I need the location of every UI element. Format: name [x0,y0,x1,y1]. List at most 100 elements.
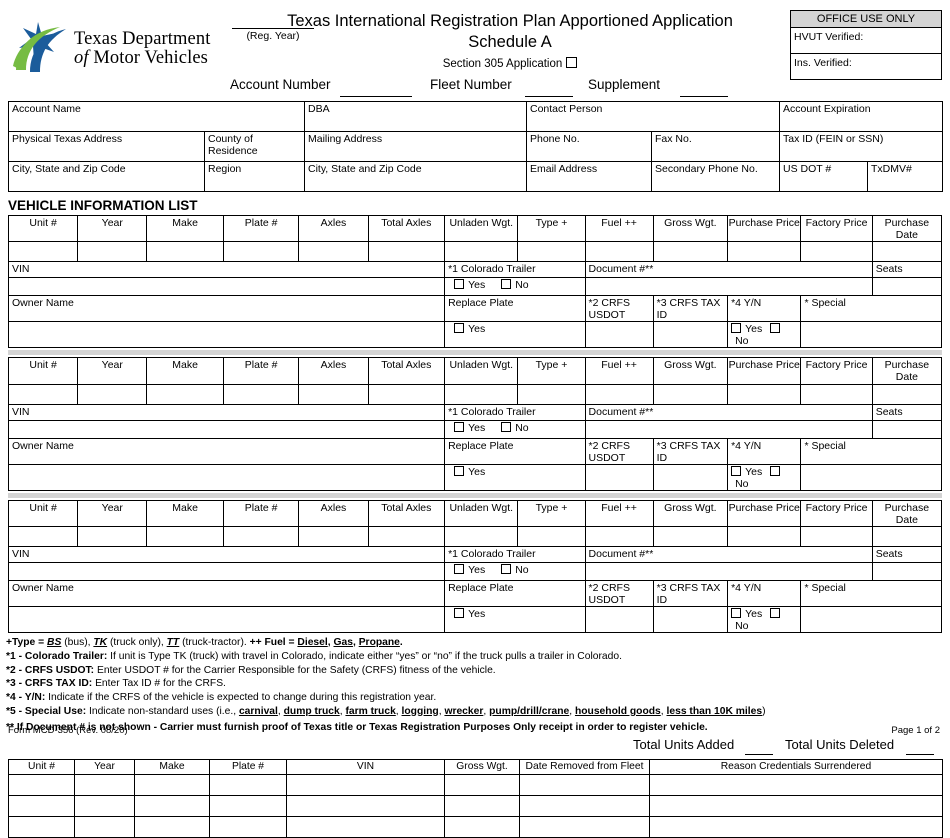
special-use-input[interactable] [800,605,942,634]
checkbox-icon[interactable] [501,563,512,574]
vehicle-cell-input[interactable] [652,383,729,405]
deleted-cell-input[interactable] [286,794,445,817]
deleted-cell-input[interactable] [286,773,445,796]
owner-name-input[interactable] [7,605,446,634]
checkbox-icon[interactable] [454,563,465,574]
vehicle-cell-input[interactable] [584,241,654,263]
vehicle-cell-input[interactable] [727,525,802,547]
vehicle-cell-input[interactable] [298,525,369,547]
deleted-cell-input[interactable] [649,815,943,838]
vehicle-cell-input[interactable] [444,383,519,405]
email-address-field[interactable]: Email Address [526,161,652,192]
vehicle-cell-input[interactable] [222,383,300,405]
vehicle-cell-input[interactable] [584,525,654,547]
total-units-added-input[interactable] [745,753,773,755]
checkbox-icon[interactable] [454,421,465,432]
crfs-usdot-input[interactable] [584,463,654,491]
vehicle-cell-input[interactable] [517,525,586,547]
region-field[interactable]: Region [204,161,305,192]
vehicle-cell-input[interactable] [77,525,148,547]
checkbox-icon[interactable] [731,323,742,334]
vehicle-cell-input[interactable] [727,383,802,405]
vehicle-cell-input[interactable] [222,525,300,547]
owner-name-input[interactable] [7,321,446,349]
vin-input[interactable] [7,277,446,297]
seats-input[interactable] [871,277,943,297]
city-state-zip-mailing-field[interactable]: City, State and Zip Code [304,161,527,192]
deleted-cell-input[interactable] [8,773,75,796]
crfs-usdot-input[interactable] [584,321,654,349]
vehicle-cell-input[interactable] [146,383,224,405]
deleted-cell-input[interactable] [649,794,943,817]
colorado-trailer-no[interactable]: No [501,421,544,434]
vehicle-cell-input[interactable] [298,241,369,263]
vehicle-cell-input[interactable] [871,241,943,263]
replace-plate-yes[interactable]: Yes [448,320,501,335]
txdmv-field[interactable]: TxDMV# [867,161,943,192]
deleted-cell-input[interactable] [134,773,210,796]
checkbox-icon[interactable] [454,279,465,290]
vehicle-cell-input[interactable] [800,383,873,405]
vehicle-cell-input[interactable] [652,525,729,547]
seats-input[interactable] [871,419,943,439]
contact-person-field[interactable]: Contact Person [526,101,780,132]
document-number-input[interactable] [584,561,873,581]
vin-input[interactable] [7,561,446,581]
secondary-phone-no-field[interactable]: Secondary Phone No. [651,161,780,192]
owner-name-input[interactable] [7,463,446,491]
city-state-zip-physical-field[interactable]: City, State and Zip Code [8,161,205,192]
vehicle-cell-input[interactable] [584,383,654,405]
vehicle-cell-input[interactable] [77,241,148,263]
vehicle-cell-input[interactable] [871,383,943,405]
vehicle-cell-input[interactable] [800,525,873,547]
deleted-cell-input[interactable] [209,815,287,838]
tax-id-field[interactable]: Tax ID (FEIN or SSN) [779,131,943,162]
fax-no-field[interactable]: Fax No. [651,131,780,162]
vehicle-cell-input[interactable] [146,525,224,547]
phone-no-field[interactable]: Phone No. [526,131,652,162]
account-expiration-field[interactable]: Account Expiration [779,101,943,132]
crfs-tax-id-input[interactable] [652,463,729,491]
deleted-cell-input[interactable] [209,773,287,796]
vehicle-cell-input[interactable] [146,241,224,263]
vehicle-cell-input[interactable] [871,525,943,547]
ins-verified-field[interactable]: Ins. Verified: [791,54,941,79]
document-number-input[interactable] [584,277,873,297]
vehicle-cell-input[interactable] [7,241,79,263]
deleted-cell-input[interactable] [519,773,650,796]
fleet-number-input[interactable] [525,96,573,97]
us-dot-field[interactable]: US DOT # [779,161,868,192]
colorado-trailer-yes[interactable]: Yes [448,561,501,576]
vehicle-cell-input[interactable] [298,383,369,405]
replace-plate-yes[interactable]: Yes [448,463,501,478]
account-number-input[interactable] [340,96,412,97]
vehicle-cell-input[interactable] [7,383,79,405]
deleted-cell-input[interactable] [74,773,135,796]
vehicle-cell-input[interactable] [517,383,586,405]
colorado-trailer-yes[interactable]: Yes [448,419,501,434]
deleted-cell-input[interactable] [74,794,135,817]
deleted-cell-input[interactable] [134,815,210,838]
deleted-cell-input[interactable] [519,815,650,838]
vehicle-cell-input[interactable] [727,241,802,263]
deleted-cell-input[interactable] [519,794,650,817]
document-number-input[interactable] [584,419,873,439]
deleted-cell-input[interactable] [209,794,287,817]
vehicle-cell-input[interactable] [77,383,148,405]
vehicle-cell-input[interactable] [652,241,729,263]
checkbox-icon[interactable] [731,465,742,476]
vehicle-cell-input[interactable] [367,525,446,547]
seats-input[interactable] [871,561,943,581]
account-name-field[interactable]: Account Name [8,101,305,132]
crfs-usdot-input[interactable] [584,605,654,634]
checkbox-icon[interactable] [770,323,781,334]
hvut-verified-field[interactable]: HVUT Verified: [791,28,941,54]
checkbox-icon[interactable] [454,608,465,618]
replace-plate-yes[interactable]: Yes [448,605,501,620]
total-units-deleted-input[interactable] [906,753,934,755]
vehicle-cell-input[interactable] [444,525,519,547]
deleted-cell-input[interactable] [134,794,210,817]
yn-yes[interactable]: Yes [731,323,770,335]
deleted-cell-input[interactable] [444,794,520,817]
colorado-trailer-no[interactable]: No [501,563,544,576]
